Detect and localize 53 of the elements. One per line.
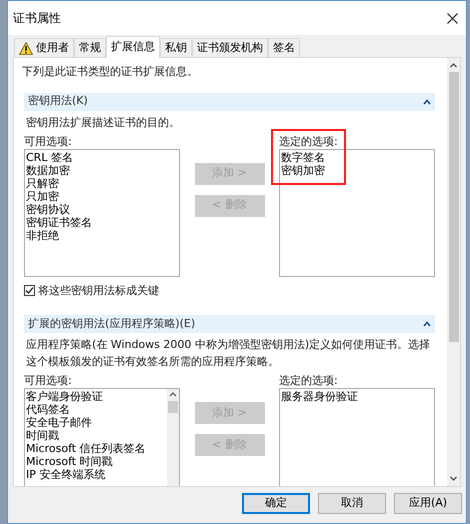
section-header[interactable]: 扩展的密钥用法(应用程序策略)(E) (24, 315, 435, 333)
list-item[interactable]: 密钥证书签名 (26, 216, 179, 228)
tab[interactable]: 签名 (268, 38, 300, 57)
list-item[interactable]: CRL 签名 (26, 150, 179, 164)
list-label: 选定的选项: (279, 134, 339, 148)
available-list[interactable]: 客户端身份验证 代码签名 安全电子邮件 时间戳 Microsoft 信任列表签名 Microsoft 时间戳 IP 安全终端系统 (24, 388, 180, 486)
section-title: 密钥用法(K) (28, 93, 88, 110)
list-item[interactable]: 数据加密 (26, 164, 179, 176)
close-icon[interactable] (447, 12, 458, 24)
check-icon (25, 286, 34, 296)
available-list[interactable]: CRL 签名 数据加密 只解密 只加密 密钥协议 密钥证书签名 非拒绝 (24, 148, 180, 276)
list-label: 可用选项: (24, 374, 73, 387)
list-item[interactable]: 密钥加密 (281, 164, 434, 178)
list-item[interactable]: Microsoft 时间戳 (26, 455, 167, 468)
scroll-thumb[interactable] (168, 401, 178, 413)
checkbox-label: 将这些密钥用法标成关键 (38, 282, 159, 298)
tab[interactable]: 常规 (74, 38, 106, 57)
section-description: 应用程序策略(在 Windows 2000 中称为增强型密钥用法)定义如何使用证书。选择这个模板颁发的证书有效签名所需的应用程序策略。 (25, 337, 432, 370)
dialog-button[interactable]: 应用(A) (394, 493, 462, 514)
collapse-icon[interactable] (423, 98, 431, 104)
intro-text: 下列是此证书类型的证书扩展信息。 (22, 64, 199, 80)
scrollbar[interactable] (447, 58, 460, 486)
window-title: 证书属性 (13, 10, 61, 27)
list-item[interactable]: 密钥协议 (26, 202, 179, 216)
list-label: 可用选项: (24, 134, 73, 148)
section-header[interactable]: 密钥用法(K) (24, 92, 435, 110)
list-item[interactable]: 代码签名 (26, 403, 167, 416)
list-item[interactable]: 数字签名 (281, 150, 434, 164)
list-item[interactable]: 客户端身份验证 (26, 390, 167, 403)
section-title: 扩展的密钥用法(应用程序策略)(E) (28, 316, 196, 332)
list-item[interactable]: 服务器身份验证 (281, 390, 434, 404)
warning-icon (19, 42, 33, 54)
tab[interactable]: 证书颁发机构 (192, 38, 268, 57)
section-description: 密钥用法扩展描述证书的目的。 (25, 114, 181, 130)
tab[interactable]: 使用者 (14, 38, 74, 57)
dialog-button[interactable]: 取消 (318, 493, 386, 514)
list-item[interactable]: 非拒绝 (26, 228, 179, 242)
list-item[interactable]: 安全电子邮件 (26, 416, 167, 429)
checkbox[interactable] (24, 285, 35, 296)
scrollbar[interactable] (167, 389, 179, 486)
collapse-icon[interactable] (423, 321, 431, 327)
selected-list[interactable]: 数字签名 密钥加密 (279, 148, 435, 276)
list-item[interactable]: 只解密 (26, 176, 179, 190)
list-label: 选定的选项: (279, 374, 339, 387)
selected-list[interactable]: 服务器身份验证 (279, 388, 435, 486)
scroll-thumb[interactable] (448, 72, 458, 342)
list-item[interactable]: Microsoft 信任列表签名 (26, 442, 167, 455)
tab[interactable]: 扩展信息 (106, 36, 160, 58)
list-item[interactable]: 时间戳 (26, 429, 167, 442)
list-item[interactable]: IP 安全终端系统 (26, 468, 167, 481)
list-item[interactable]: 只加密 (26, 190, 179, 202)
dialog-button[interactable]: 确定 (242, 493, 310, 514)
tab[interactable]: 私钥 (160, 38, 192, 57)
